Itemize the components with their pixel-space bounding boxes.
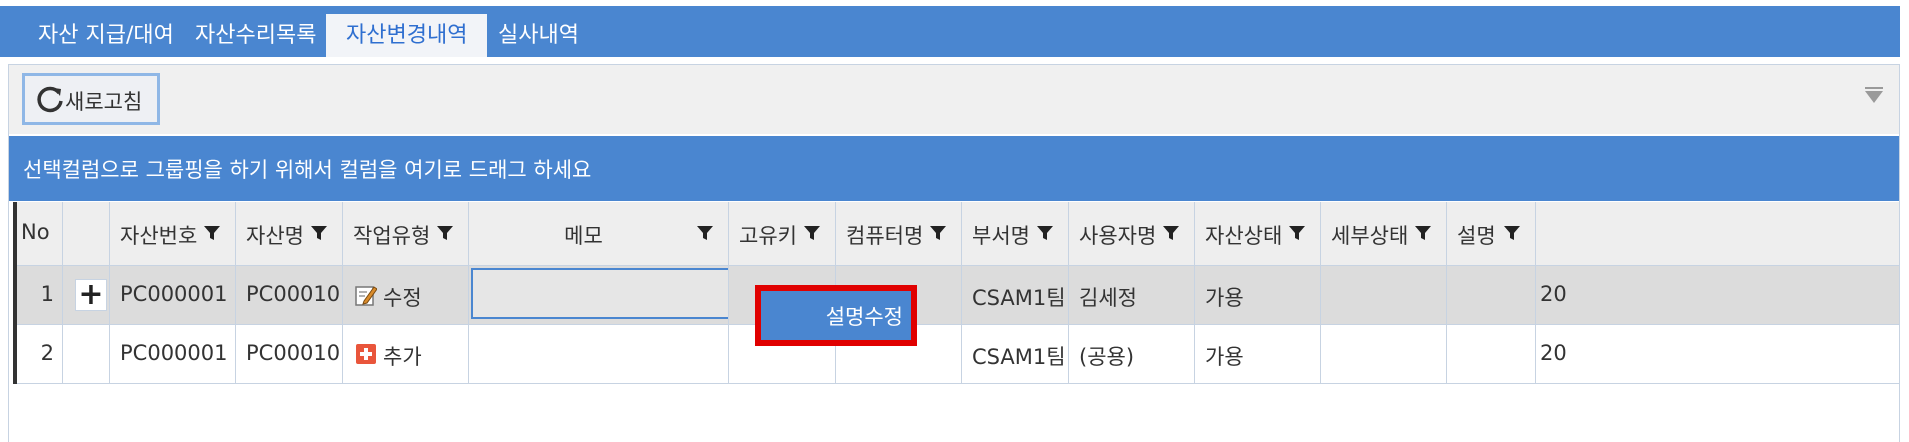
refresh-label: 새로고침: [65, 90, 143, 114]
cell-asset-no: PC000001: [110, 266, 236, 324]
tab-asset-repair-list[interactable]: 자산수리목록: [175, 14, 336, 57]
cell-user: 김세정: [1069, 266, 1195, 324]
refresh-icon: [37, 86, 63, 113]
filter-icon[interactable]: [803, 224, 821, 242]
column-header-overflow: [1536, 202, 1899, 265]
toolbar: 새로고침: [9, 64, 1899, 134]
column-header-memo[interactable]: 메모: [469, 202, 729, 265]
group-by-panel[interactable]: 선택컬럼으로 그룹핑을 하기 위해서 컬럼을 여기로 드래그 하세요: [9, 136, 1899, 201]
column-header-asset-status[interactable]: 자산상태: [1195, 202, 1321, 265]
add-icon: [356, 344, 376, 364]
filter-icon[interactable]: [696, 224, 714, 242]
filter-icon[interactable]: [1414, 224, 1432, 242]
cell-department: CSAM1팀: [962, 325, 1069, 383]
filter-icon[interactable]: [310, 224, 328, 242]
column-header-department[interactable]: 부서명: [962, 202, 1069, 265]
cell-detail-status: [1321, 266, 1447, 324]
cell-overflow: 20: [1540, 282, 1567, 306]
tab-bar: 자산 지급/대여 자산수리목록 자산변경내역 실사내역: [0, 6, 1900, 57]
data-grid: No 자산번호 자산명 작업유형 메모 고유키 컴퓨터명 부서명 사용자명 자산…: [13, 202, 1899, 442]
cell-asset-name: PC000101: [236, 325, 343, 383]
column-header-asset-name[interactable]: 자산명: [236, 202, 343, 265]
cell-job-type: 수정: [343, 266, 469, 324]
filter-triangle-icon[interactable]: [1863, 85, 1885, 107]
table-row[interactable]: 2 PC000001 PC000101 추가 CSAM1팀 (공용) 가용 20: [17, 325, 1899, 384]
filter-icon[interactable]: [436, 224, 454, 242]
cell-asset-name: PC000101: [236, 266, 343, 324]
column-header-detail-status[interactable]: 세부상태: [1321, 202, 1447, 265]
tab-asset-change-history[interactable]: 자산변경내역: [326, 14, 488, 57]
column-header-unique-key[interactable]: 고유키: [729, 202, 836, 265]
cell-job-type: 추가: [343, 325, 469, 383]
cell-no: 2: [17, 325, 63, 383]
filter-icon[interactable]: [1288, 224, 1306, 242]
cell-no: 1: [17, 266, 63, 324]
cell-asset-status: 가용: [1195, 266, 1321, 324]
column-header-description[interactable]: 설명: [1447, 202, 1536, 265]
column-header-computer-name[interactable]: 컴퓨터명: [836, 202, 962, 265]
filter-icon[interactable]: [929, 224, 947, 242]
edit-icon: [355, 286, 377, 306]
asset-history-app: 자산 지급/대여 자산수리목록 자산변경내역 실사내역 새로고침 선택컬럼으로 …: [0, 0, 1909, 442]
refresh-button[interactable]: 새로고침: [22, 73, 160, 125]
cell-detail-status: [1321, 325, 1447, 383]
filter-icon[interactable]: [1162, 224, 1180, 242]
cell-expand: +: [63, 266, 110, 324]
memo-edit-field[interactable]: [471, 268, 728, 319]
tab-inspection-history[interactable]: 실사내역: [478, 14, 599, 57]
cell-overflow: 20: [1540, 341, 1567, 365]
cell-asset-no: PC000001: [110, 325, 236, 383]
group-by-hint: 선택컬럼으로 그룹핑을 하기 위해서 컬럼을 여기로 드래그 하세요: [23, 158, 592, 182]
cell-memo[interactable]: [469, 325, 729, 383]
cell-description: [1447, 266, 1536, 324]
edit-description-label: 설명수정: [825, 305, 903, 329]
table-row[interactable]: 1 + PC000001 PC000101 수정 CSAM1팀 김세정 가용 2…: [17, 266, 1899, 325]
column-header-no[interactable]: No: [17, 202, 63, 265]
cell-user: (공용): [1069, 325, 1195, 383]
column-header-expand: [63, 202, 110, 265]
cell-description: [1447, 325, 1536, 383]
cell-expand: [63, 325, 110, 383]
expand-row-button[interactable]: +: [75, 277, 107, 312]
cell-memo[interactable]: [469, 266, 729, 324]
grid-header-row: No 자산번호 자산명 작업유형 메모 고유키 컴퓨터명 부서명 사용자명 자산…: [17, 202, 1899, 266]
cell-asset-status: 가용: [1195, 325, 1321, 383]
column-header-job-type[interactable]: 작업유형: [343, 202, 469, 265]
filter-icon[interactable]: [1036, 224, 1054, 242]
column-header-user[interactable]: 사용자명: [1069, 202, 1195, 265]
cell-department: CSAM1팀: [962, 266, 1069, 324]
main-panel: 새로고침 선택컬럼으로 그룹핑을 하기 위해서 컬럼을 여기로 드래그 하세요 …: [8, 64, 1900, 442]
filter-icon[interactable]: [203, 224, 221, 242]
tab-asset-issue-rental[interactable]: 자산 지급/대여: [18, 14, 194, 57]
column-header-asset-no[interactable]: 자산번호: [110, 202, 236, 265]
edit-description-button[interactable]: 설명수정: [755, 285, 917, 346]
filter-icon[interactable]: [1503, 224, 1521, 242]
